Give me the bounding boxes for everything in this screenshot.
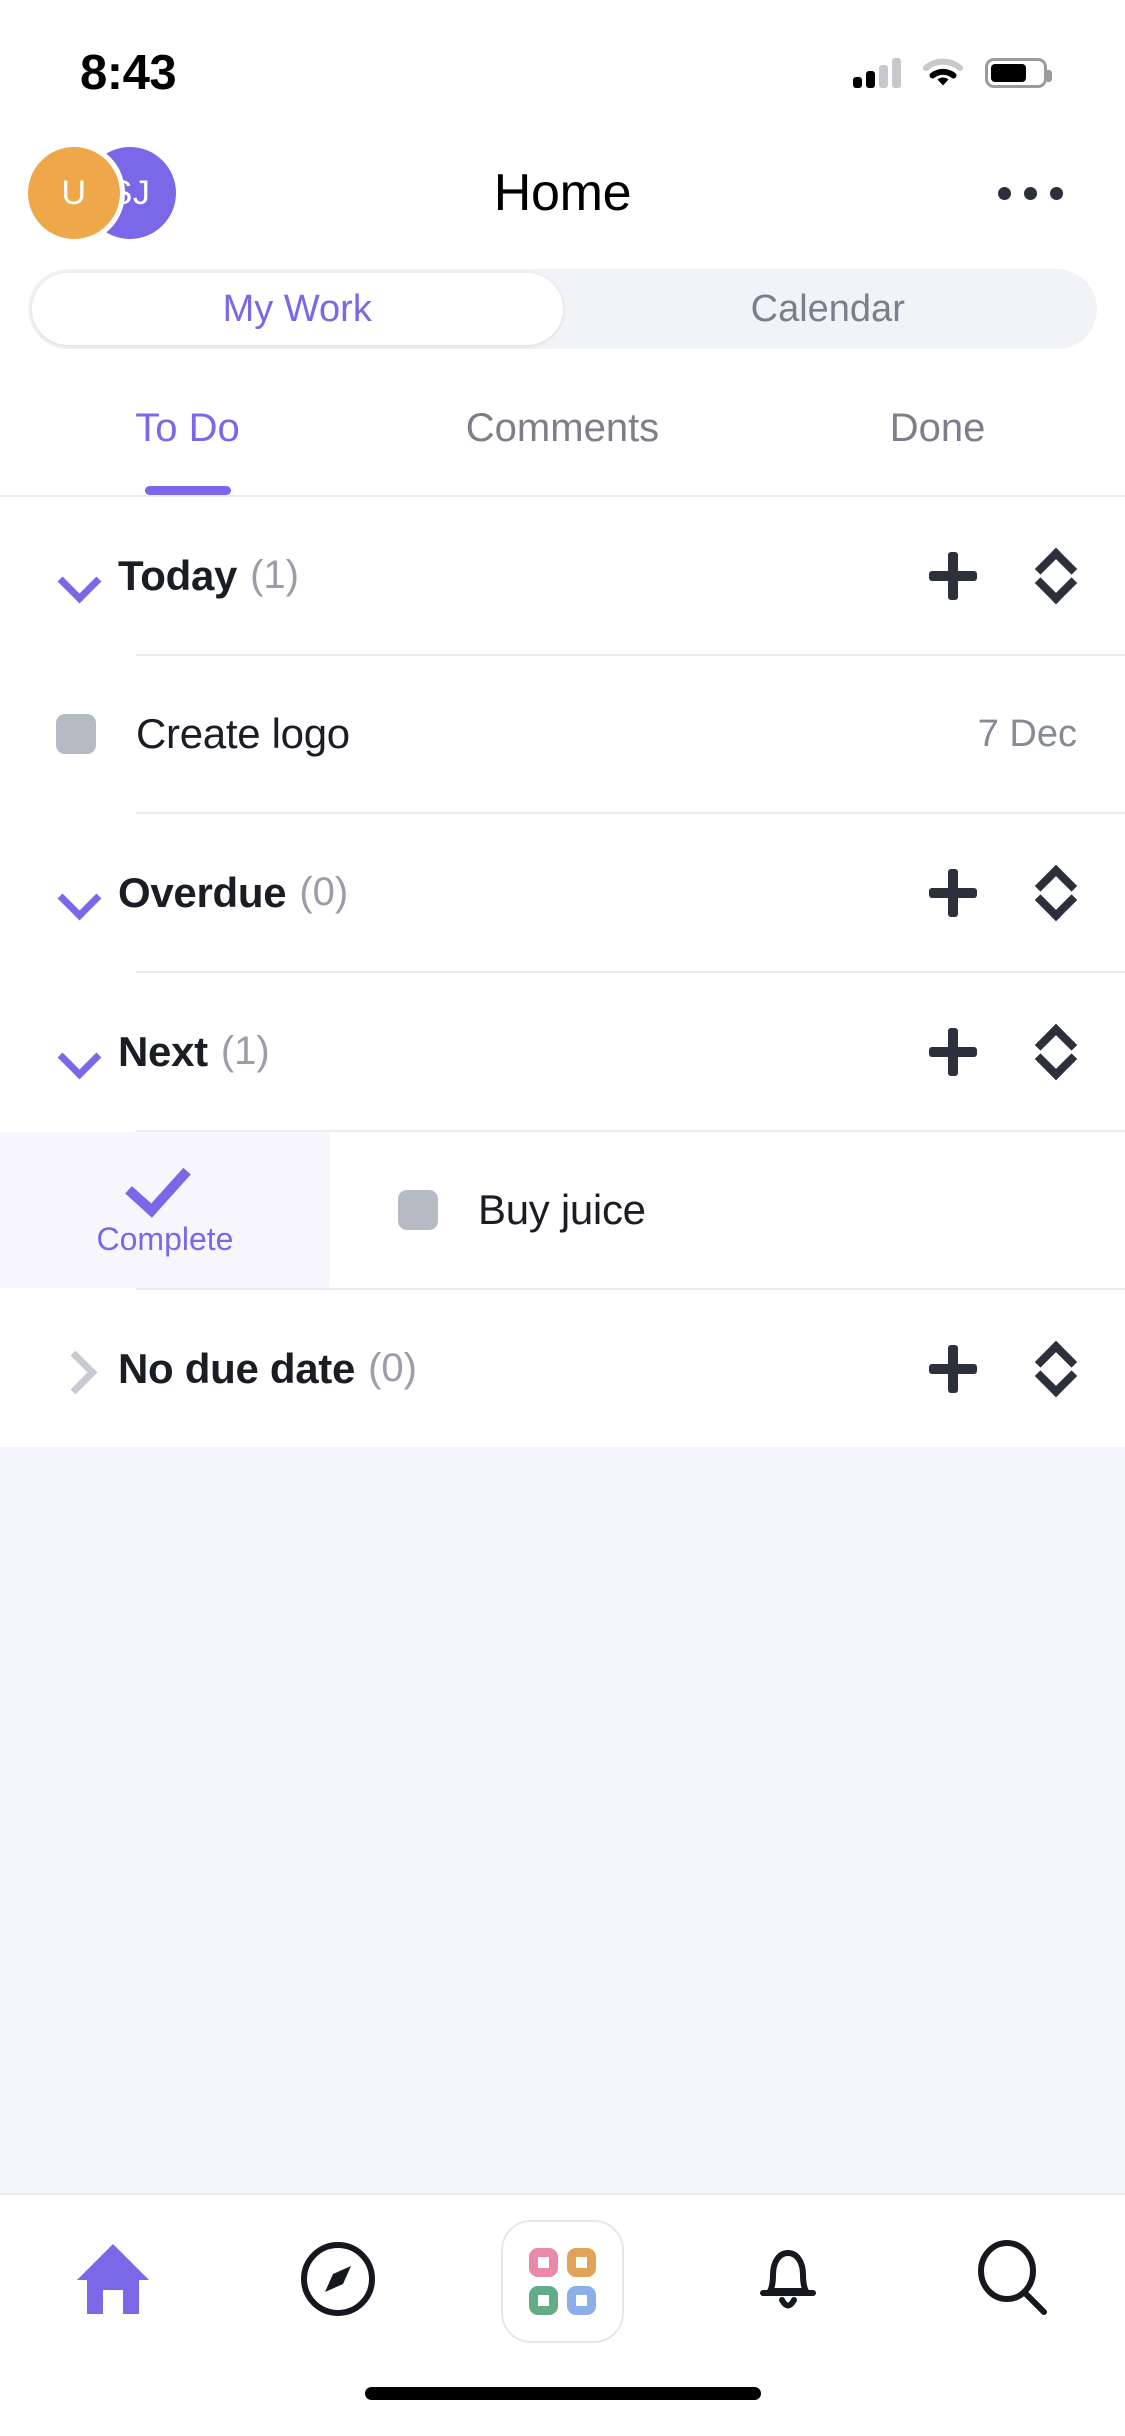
plus-icon[interactable] <box>929 551 977 600</box>
checkbox-unchecked-icon[interactable] <box>398 1190 438 1230</box>
section-actions <box>929 1343 1077 1395</box>
checkmark-icon <box>134 1163 196 1203</box>
home-indicator-wrapper <box>0 2368 1125 2436</box>
section-actions <box>929 1026 1077 1078</box>
nav-item-apps[interactable] <box>450 2220 675 2343</box>
segment-calendar[interactable]: Calendar <box>563 273 1094 345</box>
nav-item-notifications[interactable] <box>675 2237 900 2326</box>
avatar-initials: U <box>61 173 87 212</box>
chevron-down-icon[interactable] <box>56 553 102 599</box>
section-count: (1) <box>220 1029 270 1073</box>
task-row-buy-juice-swiped[interactable]: Complete Buy juice <box>0 1132 1125 1288</box>
app-screen: 8:43 SJ U Home My Work Calendar To Do Co… <box>0 0 1125 2436</box>
status-bar: 8:43 <box>0 0 1125 132</box>
chevron-down-icon[interactable] <box>56 870 102 916</box>
section-header-no-due-date[interactable]: No due date (0) <box>0 1290 1125 1447</box>
tab-label: To Do <box>135 406 240 450</box>
nav-item-explore[interactable] <box>225 2239 450 2324</box>
tab-active-underline <box>144 486 231 495</box>
bell-icon <box>748 2237 828 2326</box>
nav-item-home[interactable] <box>0 2240 225 2323</box>
segmented-control-wrapper: My Work Calendar <box>0 254 1125 364</box>
task-name: Create logo <box>136 710 350 757</box>
home-icon <box>73 2240 153 2323</box>
tab-comments[interactable]: Comments <box>375 364 750 495</box>
task-list: Today (1) Create logo 7 Dec Overdue (0) <box>0 497 1125 2193</box>
section-title: No due date <box>118 1344 356 1392</box>
section-title: Next <box>118 1027 208 1075</box>
status-bar-time: 8:43 <box>80 46 177 100</box>
tab-done[interactable]: Done <box>750 364 1125 495</box>
section-count: (0) <box>299 870 349 914</box>
apps-grid-cell-blue <box>567 2286 596 2315</box>
section-header-overdue[interactable]: Overdue (0) <box>0 814 1125 971</box>
avatar-user-u[interactable]: U <box>28 147 120 239</box>
task-content[interactable]: Buy juice <box>330 1132 1125 1288</box>
sort-updown-icon[interactable] <box>1033 1026 1077 1078</box>
section-title: Today <box>118 551 238 599</box>
task-row-create-logo[interactable]: Create logo 7 Dec <box>0 656 1125 812</box>
chevron-down-icon[interactable] <box>56 1029 102 1075</box>
section-header-today[interactable]: Today (1) <box>0 497 1125 654</box>
checkbox-unchecked-icon[interactable] <box>56 714 96 754</box>
section-title: Overdue <box>118 868 287 916</box>
avatar-group[interactable]: SJ U <box>28 147 176 239</box>
tab-label: Comments <box>465 406 660 450</box>
section-count: (1) <box>250 553 299 597</box>
tab-label: Done <box>889 406 986 450</box>
apps-grid-cell-pink <box>529 2248 558 2277</box>
status-bar-indicators <box>853 58 1052 88</box>
tab-to-do[interactable]: To Do <box>0 364 375 495</box>
battery-icon <box>985 58 1052 88</box>
wifi-icon <box>923 58 963 88</box>
tab-bar: To Do Comments Done <box>0 364 1125 497</box>
apps-grid-cell-orange <box>567 2248 596 2277</box>
segment-my-work[interactable]: My Work <box>32 273 563 345</box>
segmented-control: My Work Calendar <box>28 269 1097 349</box>
plus-icon[interactable] <box>929 868 977 917</box>
chevron-right-icon[interactable] <box>56 1346 102 1392</box>
plus-icon[interactable] <box>929 1344 977 1393</box>
apps-grid-cell-green <box>529 2286 558 2315</box>
plus-icon[interactable] <box>929 1027 977 1076</box>
task-due-date: 7 Dec <box>977 712 1077 755</box>
sort-updown-icon[interactable] <box>1033 550 1077 602</box>
nav-item-search[interactable] <box>900 2238 1125 2325</box>
section-actions <box>929 867 1077 919</box>
section-actions <box>929 550 1077 602</box>
home-indicator-bar <box>364 2386 761 2400</box>
app-header: SJ U Home <box>0 132 1125 254</box>
cellular-signal-icon <box>853 58 901 88</box>
task-name: Buy juice <box>478 1186 646 1233</box>
apps-grid-icon <box>501 2220 624 2343</box>
task-list-content: Today (1) Create logo 7 Dec Overdue (0) <box>0 497 1125 1447</box>
search-icon <box>972 2238 1054 2325</box>
sort-updown-icon[interactable] <box>1033 867 1077 919</box>
swipe-action-complete[interactable]: Complete <box>0 1132 330 1288</box>
compass-icon <box>298 2239 378 2324</box>
bottom-navigation-bar <box>0 2193 1125 2368</box>
section-header-next[interactable]: Next (1) <box>0 973 1125 1130</box>
more-horizontal-icon[interactable] <box>998 186 1063 200</box>
section-count: (0) <box>368 1346 417 1390</box>
sort-updown-icon[interactable] <box>1033 1343 1077 1395</box>
swipe-action-label: Complete <box>96 1220 234 1257</box>
